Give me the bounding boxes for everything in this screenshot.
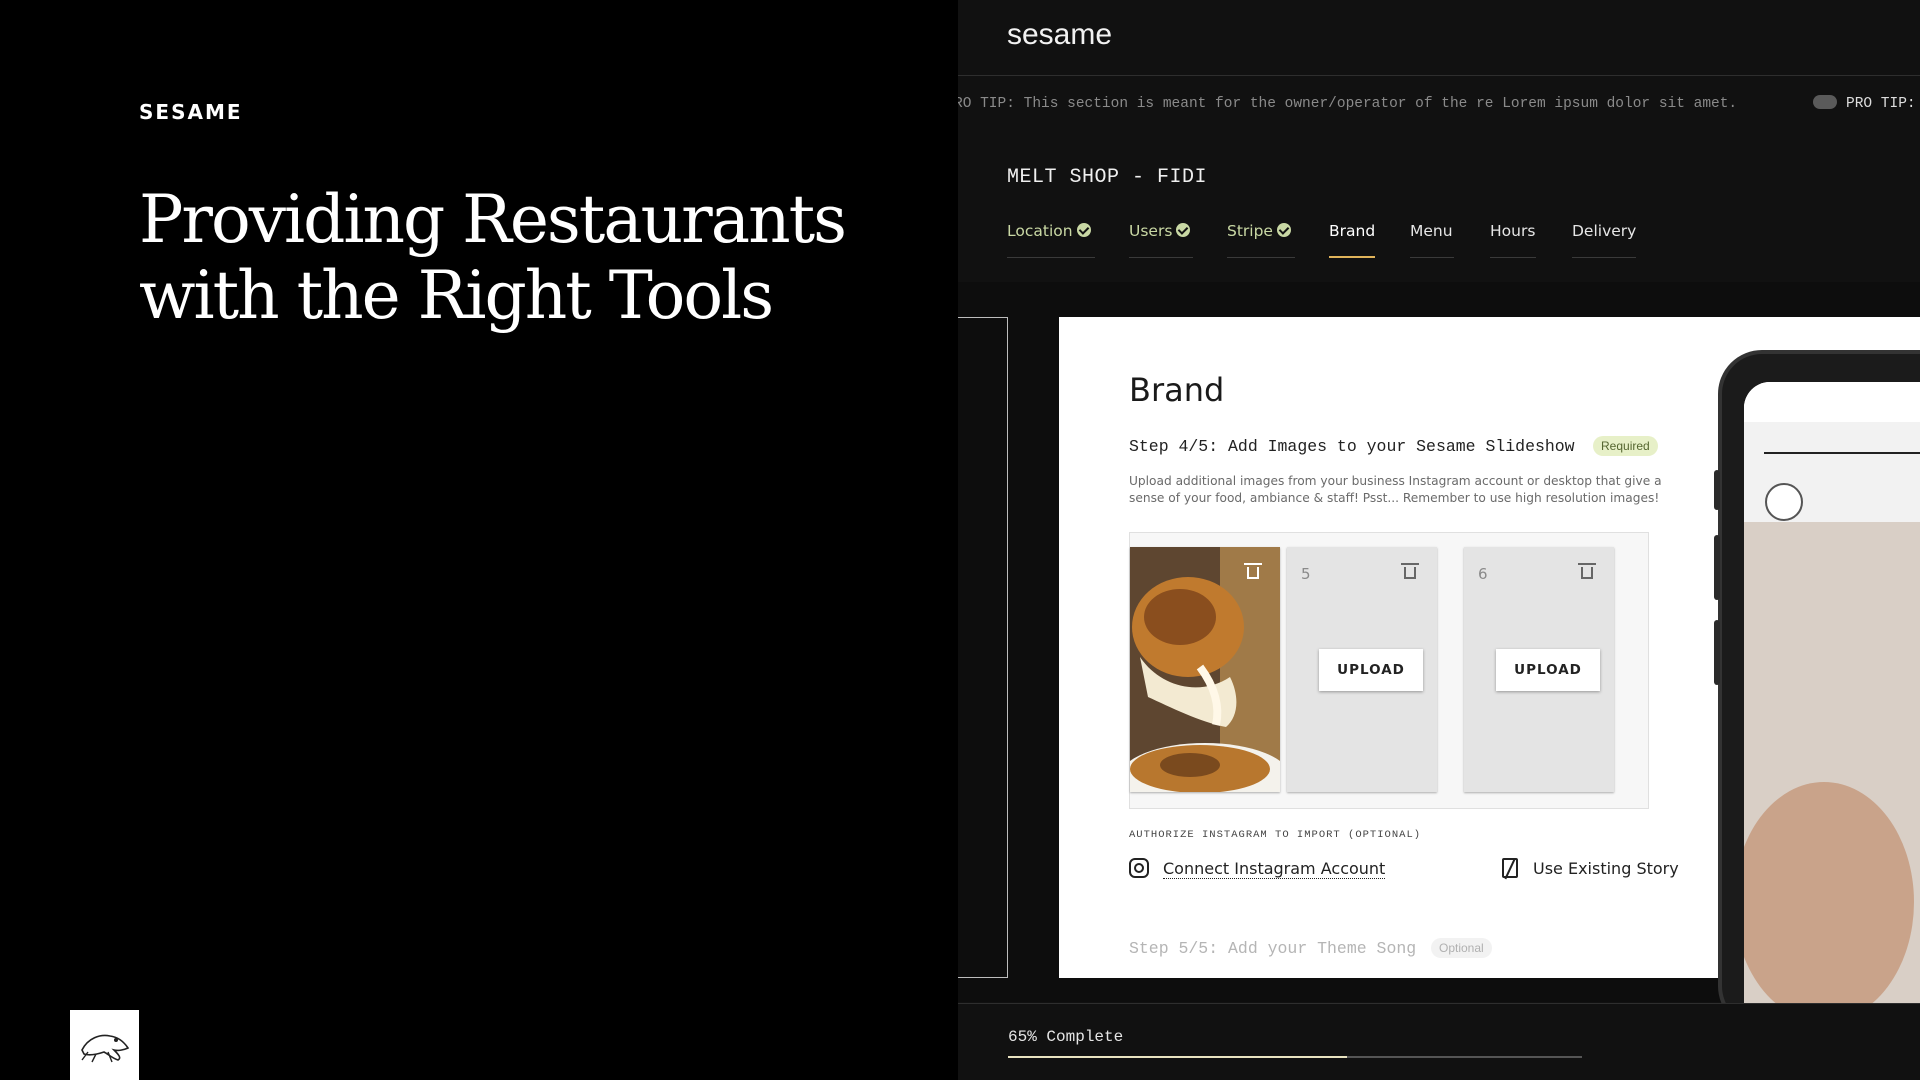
tab-label: Stripe bbox=[1227, 222, 1273, 240]
tab-menu[interactable]: Menu bbox=[1410, 222, 1454, 258]
step-label: Step 4/5: Add Images to your Sesame Slid… bbox=[1129, 437, 1575, 456]
connect-instagram-link[interactable]: Connect Instagram Account bbox=[1163, 859, 1386, 879]
optional-badge: Optional bbox=[1431, 938, 1492, 958]
required-badge: Required bbox=[1593, 436, 1658, 456]
progress-bar bbox=[1008, 1056, 1582, 1058]
use-existing-story-link[interactable]: Use Existing Story bbox=[1533, 859, 1679, 878]
app-logo[interactable]: sesame bbox=[1007, 18, 1112, 52]
check-icon bbox=[1276, 223, 1291, 237]
phone-side-button bbox=[1714, 535, 1720, 600]
headline-line-2: with the Right Tools bbox=[139, 257, 774, 334]
progress-fill bbox=[1008, 1056, 1347, 1058]
brand-wordmark: SESAME bbox=[139, 100, 243, 124]
protip-bar: RO TIP: This section is meant for the ow… bbox=[958, 77, 1920, 133]
food-photo bbox=[1130, 547, 1280, 792]
trash-icon[interactable] bbox=[1578, 563, 1596, 581]
tab-label: Menu bbox=[1410, 222, 1453, 240]
app-header: sesame bbox=[958, 0, 1920, 76]
trash-icon[interactable] bbox=[1244, 563, 1262, 581]
phone-mockup bbox=[1718, 350, 1920, 1030]
left-panel: SESAME Providing Restaurants with the Ri… bbox=[0, 0, 958, 1080]
upload-button[interactable]: UPLOAD bbox=[1496, 649, 1600, 691]
tab-delivery[interactable]: Delivery bbox=[1572, 222, 1636, 258]
protip-text: RO TIP: This section is meant for the ow… bbox=[958, 96, 1738, 112]
phone-screen bbox=[1744, 382, 1920, 1022]
card-title: Brand bbox=[1129, 371, 1225, 409]
check-icon bbox=[1076, 223, 1091, 237]
previous-card-frame bbox=[958, 317, 1008, 978]
tab-label: Location bbox=[1007, 222, 1073, 240]
phone-preview-image bbox=[1744, 382, 1920, 1022]
next-step-label: Step 5/5: Add your Theme Song bbox=[1129, 939, 1417, 958]
tile-number: 5 bbox=[1301, 565, 1311, 583]
step-description: Upload additional images from your busin… bbox=[1129, 474, 1662, 505]
instagram-icon bbox=[1129, 858, 1149, 878]
progress-label: 65% Complete bbox=[1008, 1028, 1124, 1046]
image-tile-filled[interactable] bbox=[1130, 547, 1280, 792]
upload-button[interactable]: UPLOAD bbox=[1319, 649, 1423, 691]
tab-hours[interactable]: Hours bbox=[1490, 222, 1536, 258]
image-tile-5: 5 UPLOAD bbox=[1287, 547, 1437, 792]
frog-icon bbox=[81, 1034, 130, 1063]
instagram-label: AUTHORIZE INSTAGRAM TO IMPORT (OPTIONAL) bbox=[1129, 829, 1422, 841]
tab-users[interactable]: Users bbox=[1129, 222, 1193, 258]
image-grid: 5 UPLOAD 6 UPLOAD bbox=[1129, 532, 1649, 809]
frog-logo bbox=[70, 1010, 139, 1080]
app-preview: sesame RO TIP: This section is meant for… bbox=[958, 0, 1920, 1080]
tab-brand[interactable]: Brand bbox=[1329, 222, 1375, 258]
tab-location[interactable]: Location bbox=[1007, 222, 1095, 258]
tile-number: 6 bbox=[1478, 565, 1488, 583]
headline: Providing Restaurants with the Right Too… bbox=[139, 182, 899, 334]
headline-line-1: Providing Restaurants bbox=[139, 181, 847, 258]
phone-side-button bbox=[1714, 620, 1720, 685]
shop-name: MELT SHOP - FIDI bbox=[1007, 166, 1208, 189]
trash-icon[interactable] bbox=[1401, 563, 1419, 581]
progress-footer: 65% Complete bbox=[958, 1003, 1920, 1080]
protip-toggle[interactable] bbox=[1813, 95, 1837, 109]
phone-side-button bbox=[1714, 470, 1720, 510]
tab-label: Hours bbox=[1490, 222, 1536, 240]
image-tile-6: 6 UPLOAD bbox=[1464, 547, 1614, 792]
tab-stripe[interactable]: Stripe bbox=[1227, 222, 1295, 258]
tab-label: Brand bbox=[1329, 222, 1376, 240]
protip-tail: PRO TIP: bbox=[1846, 96, 1916, 112]
tab-label: Delivery bbox=[1572, 222, 1637, 240]
tab-label: Users bbox=[1129, 222, 1173, 240]
check-icon bbox=[1176, 223, 1191, 237]
story-icon bbox=[1502, 858, 1518, 878]
